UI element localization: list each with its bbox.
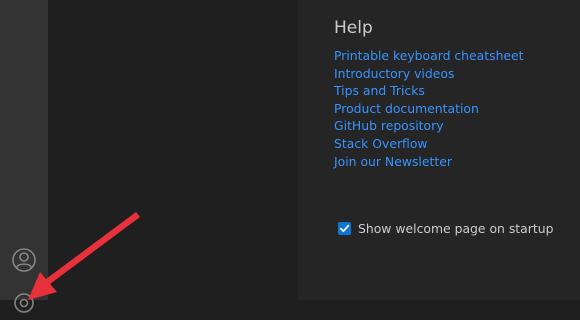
link-product-documentation[interactable]: Product documentation: [334, 101, 479, 116]
link-introductory-videos[interactable]: Introductory videos: [334, 66, 454, 81]
show-welcome-label: Show welcome page on startup: [358, 220, 554, 236]
activity-bar: [0, 0, 48, 313]
editor-left-pane: [48, 0, 298, 300]
link-stack-overflow[interactable]: Stack Overflow: [334, 136, 428, 151]
link-tips-and-tricks[interactable]: Tips and Tricks: [334, 83, 425, 98]
help-links-list: Printable keyboard cheatsheet Introducto…: [334, 46, 524, 169]
link-join-newsletter[interactable]: Join our Newsletter: [334, 154, 452, 169]
link-github-repository[interactable]: GitHub repository: [334, 118, 444, 133]
account-icon[interactable]: [11, 247, 37, 273]
manage-icon[interactable]: [11, 290, 37, 316]
show-welcome-checkbox[interactable]: [338, 221, 351, 235]
checkmark-icon: [339, 224, 350, 232]
startup-option: Show welcome page on startup: [338, 219, 553, 237]
link-keyboard-cheatsheet[interactable]: Printable keyboard cheatsheet: [334, 48, 524, 63]
help-heading: Help: [334, 18, 373, 38]
